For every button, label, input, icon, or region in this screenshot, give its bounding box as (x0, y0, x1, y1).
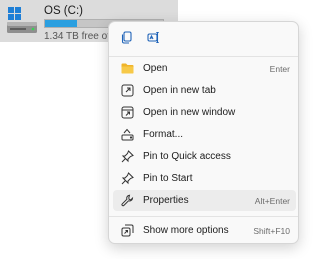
more-options-icon (120, 224, 134, 238)
menu-item-label: Pin to Quick access (143, 151, 231, 162)
pin-icon (120, 172, 134, 186)
menu-item-format[interactable]: Format... (113, 124, 296, 145)
menu-item-open[interactable]: Open Enter (113, 58, 296, 79)
drive-name: OS (C:) (44, 5, 83, 17)
folder-icon (120, 62, 134, 76)
menu-item-shortcut: Alt+Enter (254, 195, 290, 206)
menu-item-open-new-window[interactable]: Open in new window (113, 102, 296, 123)
menu-item-label: Open in new tab (143, 85, 216, 96)
menu-item-pin-start[interactable]: Pin to Start (113, 168, 296, 189)
menu-item-show-more-options[interactable]: Show more options Shift+F10 (113, 220, 296, 241)
menu-item-label: Open in new window (143, 107, 236, 118)
menu-item-open-new-tab[interactable]: Open in new tab (113, 80, 296, 101)
pin-icon (120, 150, 134, 164)
copy-icon (120, 31, 133, 49)
hard-drive-icon (6, 6, 40, 36)
quick-actions-bar (109, 28, 298, 52)
menu-item-label: Show more options (143, 225, 229, 236)
copy-button[interactable] (114, 28, 138, 52)
menu-separator (109, 56, 298, 57)
context-menu: Open Enter Open in new tab Open in new w… (108, 21, 299, 244)
new-tab-icon (120, 84, 134, 98)
menu-item-label: Format... (143, 129, 184, 140)
explorer-view: OS (C:) 1.34 TB free of 1.8 Open Enter O… (0, 0, 320, 259)
new-window-icon (120, 106, 134, 120)
menu-item-pin-quick-access[interactable]: Pin to Quick access (113, 146, 296, 167)
menu-item-label: Pin to Start (143, 173, 193, 184)
menu-item-properties[interactable]: Properties Alt+Enter (113, 190, 296, 211)
rename-button[interactable] (141, 28, 165, 52)
format-drive-icon (120, 128, 134, 142)
menu-item-shortcut: Shift+F10 (253, 225, 290, 236)
menu-item-shortcut: Enter (269, 63, 290, 74)
wrench-icon (120, 194, 134, 208)
menu-item-label: Properties (143, 195, 189, 206)
drive-usage-fill (45, 20, 77, 27)
menu-separator (109, 216, 298, 217)
menu-item-label: Open (143, 63, 168, 74)
rename-icon (146, 31, 160, 49)
